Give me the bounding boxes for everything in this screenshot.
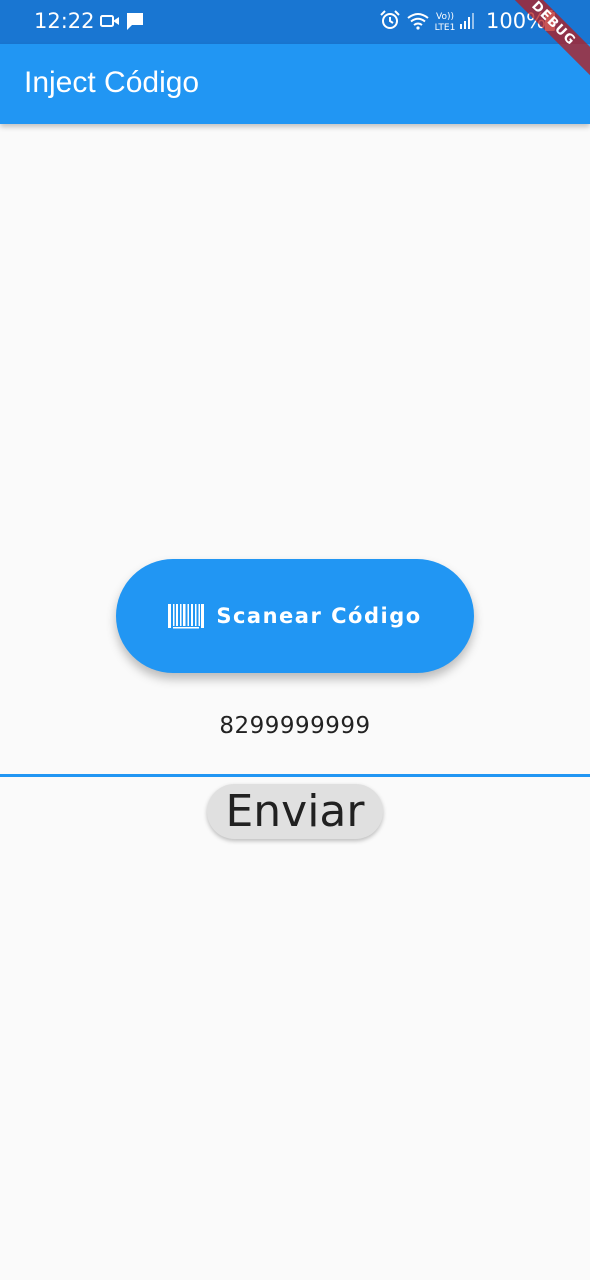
scan-code-label: Scanear Código [216,604,422,628]
code-field-underline [0,774,590,777]
status-time: 12:22 [34,9,95,33]
send-button-label: Enviar [225,785,365,837]
app-title: Inject Código [24,66,200,99]
video-icon [100,15,119,27]
scanned-code-value: 8299999999 [219,713,371,739]
network-type-icon: Vo)) LTE1 [435,12,456,33]
send-button[interactable]: Enviar [207,784,383,839]
svg-text:Vo)): Vo)) [436,12,454,22]
status-bar: 12:22 Vo)) LTE1 100% [0,0,590,44]
message-icon [127,13,143,30]
alarm-icon [380,10,400,29]
barcode-icon [168,604,205,629]
scan-code-button[interactable]: Scanear Código [116,559,474,673]
signal-icon [460,13,474,29]
svg-text:LTE1: LTE1 [435,23,456,33]
wifi-icon [407,13,429,30]
app-bar: Inject Código [0,44,590,124]
